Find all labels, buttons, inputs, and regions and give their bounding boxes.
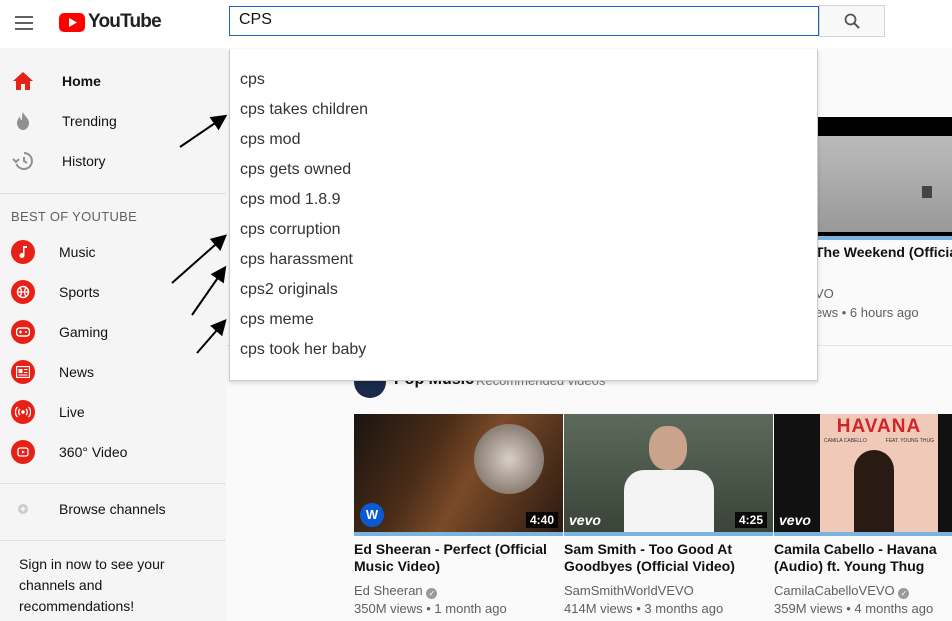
music-icon: [11, 240, 35, 264]
youtube-play-icon: [59, 12, 85, 32]
news-icon: [11, 360, 35, 384]
vevo-logo-icon: vevo: [779, 512, 811, 528]
thumbnail-title: HAVANA: [836, 416, 922, 437]
suggestion-item[interactable]: cps mod 1.8.9: [240, 191, 341, 209]
sidebar-item-360-video[interactable]: 360° Video: [0, 432, 226, 472]
search-icon: [844, 13, 860, 29]
sidebar-item-home[interactable]: Home: [0, 61, 226, 101]
suggestion-item[interactable]: cps: [240, 71, 265, 89]
suggestion-item[interactable]: cps mod: [240, 131, 300, 149]
sidebar-item-label: News: [59, 364, 95, 380]
thumbnail-figure: [922, 186, 932, 198]
video-channel[interactable]: CamilaCabelloVEVO ✓: [774, 583, 910, 599]
add-circle-icon: [11, 497, 35, 521]
video-title[interactable]: Sam Smith - Too Good At Goodbyes (Offici…: [564, 541, 764, 575]
sidebar-item-news[interactable]: News: [0, 352, 226, 392]
masthead: YouTube: [0, 0, 952, 48]
thumbnail-kitten: [474, 424, 544, 494]
thumbnail-album-art: HAVANA CAMILA CABELLO FEAT. YOUNG THUG: [820, 414, 938, 532]
channel-name: Ed Sheeran: [354, 583, 423, 598]
signin-prompt: Sign in now to see your channels and rec…: [19, 556, 165, 614]
search-box[interactable]: [229, 6, 819, 36]
sidebar-item-label: History: [62, 153, 106, 169]
suggestion-item[interactable]: cps takes children: [240, 101, 368, 119]
arrow-annotation: [171, 234, 227, 284]
arrow-annotation: [179, 114, 228, 148]
suggestion-item[interactable]: cps meme: [240, 311, 314, 329]
sidebar-item-label: 360° Video: [59, 444, 128, 460]
video-meta: 414M views • 3 months ago: [564, 601, 724, 616]
live-icon: [11, 400, 35, 424]
video-thumbnail[interactable]: HAVANA CAMILA CABELLO FEAT. YOUNG THUG v…: [774, 414, 952, 532]
sidebar-item-browse-channels[interactable]: Browse channels: [0, 489, 226, 529]
youtube-logo[interactable]: YouTube: [59, 11, 162, 33]
home-icon: [11, 69, 35, 93]
video-channel[interactable]: Ed Sheeran ✓: [354, 583, 438, 599]
thumbnail-image: [817, 136, 952, 232]
gaming-icon: [11, 320, 35, 344]
video-title[interactable]: Camila Cabello - Havana (Audio) ft. Youn…: [774, 541, 952, 575]
sidebar-item-label: Trending: [62, 113, 117, 129]
history-icon: [11, 149, 35, 173]
video-thumbnail[interactable]: vevo 4:25: [564, 414, 773, 532]
sidebar-item-label: Sports: [59, 284, 100, 300]
video-meta: 359M views • 4 months ago: [774, 601, 934, 616]
arrow-annotation: [191, 265, 227, 316]
sidebar-item-label: Live: [59, 404, 85, 420]
thumbnail-feature: FEAT. YOUNG THUG: [885, 438, 934, 444]
search-button[interactable]: [819, 5, 885, 37]
search-suggestions: cps cps takes children cps mod cps gets …: [229, 49, 818, 381]
video-duration: 4:40: [526, 512, 559, 528]
360-video-icon: [11, 440, 35, 464]
suggestion-item[interactable]: cps2 originals: [240, 281, 338, 299]
thumbnail-artist: CAMILA CABELLO: [824, 438, 867, 444]
suggestion-item[interactable]: cps corruption: [240, 221, 341, 239]
sidebar-item-label: Gaming: [59, 324, 109, 340]
thumbnail-figure: [854, 450, 894, 532]
verified-icon: ✓: [426, 588, 438, 599]
suggestion-item[interactable]: cps harassment: [240, 251, 353, 269]
watch-progress-bar: [815, 236, 952, 240]
video-title[interactable]: Ed Sheeran - Perfect (Official Music Vid…: [354, 541, 554, 575]
suggestion-item[interactable]: cps gets owned: [240, 161, 351, 179]
video-title[interactable]: The Weekend (Official: [815, 244, 952, 261]
sidebar-item-label: Home: [62, 73, 101, 89]
menu-icon[interactable]: [12, 12, 36, 36]
suggestion-item[interactable]: cps took her baby: [240, 341, 366, 359]
trending-icon: [11, 109, 35, 133]
channel-name: CamilaCabelloVEVO: [774, 583, 895, 598]
sidebar-divider: [0, 483, 226, 484]
video-meta: 350M views • 1 month ago: [354, 601, 507, 616]
watch-progress-bar: [354, 532, 563, 536]
watch-progress-bar: [564, 532, 773, 536]
thumbnail-face: [649, 426, 687, 470]
verified-icon: ✓: [898, 588, 910, 599]
video-duration: 4:25: [735, 512, 768, 528]
video-thumbnail[interactable]: [815, 117, 952, 236]
vevo-logo-icon: vevo: [569, 512, 601, 528]
sidebar-item-label: Browse channels: [59, 501, 166, 517]
best-of-youtube-heading: BEST OF YOUTUBE: [11, 209, 138, 224]
video-thumbnail[interactable]: W 4:40: [354, 414, 563, 532]
arrow-annotation: [196, 318, 227, 354]
sidebar-item-live[interactable]: Live: [0, 392, 226, 432]
video-channel[interactable]: SamSmithWorldVEVO: [564, 583, 694, 598]
warner-logo-icon: W: [360, 503, 384, 527]
watch-progress-bar: [774, 532, 952, 536]
logo-text: YouTube: [88, 11, 162, 32]
search-input[interactable]: [230, 7, 799, 33]
sports-icon: [11, 280, 35, 304]
sidebar-item-label: Music: [59, 244, 96, 260]
video-meta: ews • 6 hours ago: [815, 305, 919, 320]
thumbnail-shirt: [624, 470, 714, 532]
sidebar-divider: [0, 540, 226, 541]
annotation-arrows: [171, 114, 228, 354]
